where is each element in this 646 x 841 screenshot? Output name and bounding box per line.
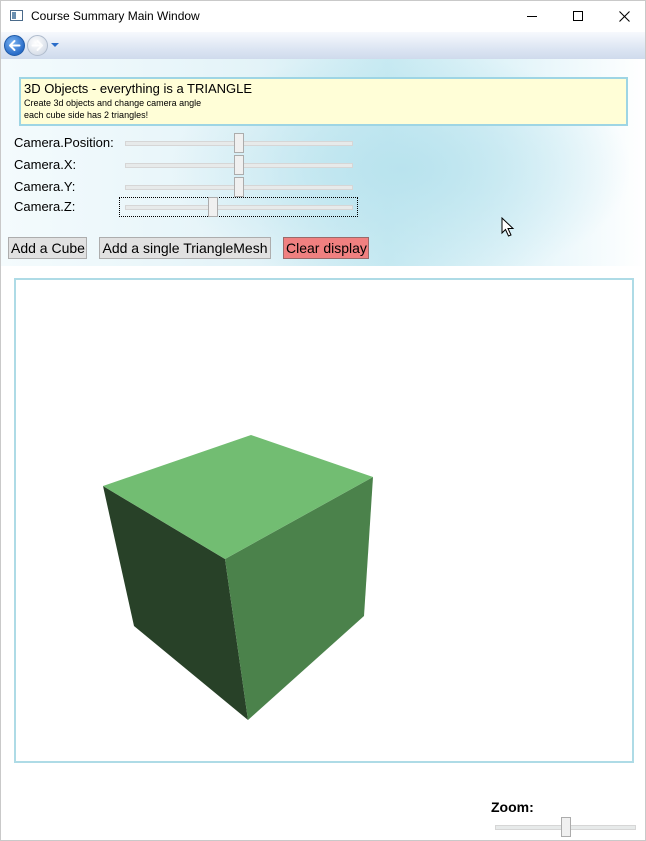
3d-viewport[interactable]	[14, 278, 634, 763]
window-title: Course Summary Main Window	[31, 9, 200, 23]
navigation-history-dropdown[interactable]	[51, 43, 59, 47]
back-arrow-icon	[9, 40, 21, 51]
slider-thumb[interactable]	[208, 197, 218, 217]
maximize-icon	[573, 11, 583, 21]
close-icon	[618, 10, 630, 22]
mouse-cursor-icon	[501, 217, 515, 237]
info-line-1: Create 3d objects and change camera angl…	[24, 98, 202, 108]
forward-button[interactable]	[27, 35, 48, 56]
slider-thumb[interactable]	[561, 817, 571, 837]
minimize-icon	[527, 15, 537, 17]
info-title: 3D Objects - everything is a TRIANGLE	[24, 81, 253, 96]
cube-model	[103, 435, 373, 720]
camera-position-slider[interactable]	[125, 133, 353, 153]
zoom-label: Zoom:	[491, 799, 534, 815]
add-triangle-mesh-button[interactable]: Add a single TriangleMesh	[99, 237, 271, 259]
camera-x-slider[interactable]	[125, 155, 353, 175]
app-icon	[10, 10, 23, 21]
camera-z-label: Camera.Z:	[14, 199, 76, 214]
controls-panel: 3D Objects - everything is a TRIANGLE Cr…	[1, 59, 645, 266]
camera-y-label: Camera.Y:	[14, 179, 76, 194]
title-bar[interactable]: Course Summary Main Window	[1, 1, 645, 32]
camera-z-slider[interactable]	[125, 197, 353, 217]
minimize-button[interactable]	[509, 1, 555, 31]
maximize-button[interactable]	[555, 1, 601, 31]
clear-display-button[interactable]: Clear display	[283, 237, 369, 259]
camera-position-label: Camera.Position:	[14, 135, 114, 150]
info-line-2: each cube side has 2 triangles!	[24, 110, 149, 120]
slider-thumb[interactable]	[234, 177, 244, 197]
slider-thumb[interactable]	[234, 155, 244, 175]
back-button[interactable]	[4, 35, 25, 56]
main-window: Course Summary Main Window 3D Objects - …	[0, 0, 646, 841]
slider-track	[125, 205, 353, 210]
slider-thumb[interactable]	[234, 133, 244, 153]
info-box: 3D Objects - everything is a TRIANGLE Cr…	[19, 77, 628, 126]
camera-y-slider[interactable]	[125, 177, 353, 197]
forward-arrow-icon	[31, 40, 43, 51]
close-button[interactable]	[601, 1, 646, 31]
zoom-slider[interactable]	[495, 817, 636, 837]
camera-x-label: Camera.X:	[14, 157, 77, 172]
add-cube-button[interactable]: Add a Cube	[8, 237, 87, 259]
navigation-bar	[1, 32, 645, 59]
